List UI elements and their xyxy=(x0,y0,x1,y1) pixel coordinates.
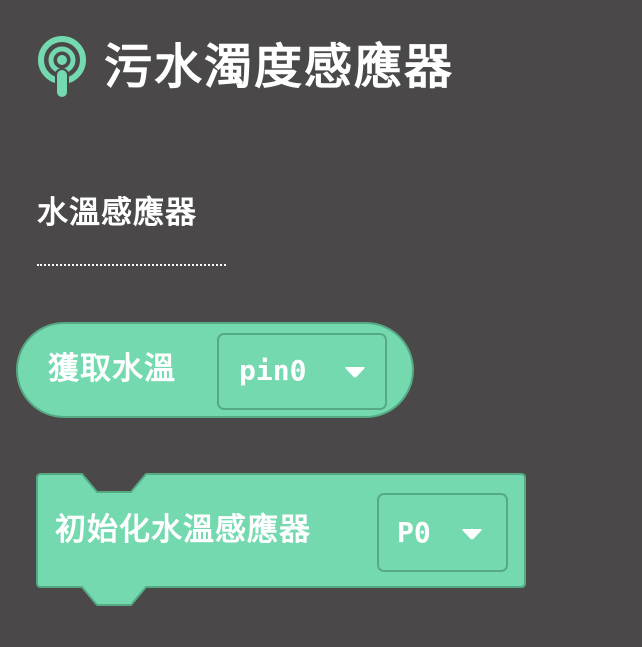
section-divider xyxy=(37,264,226,266)
broadcast-sensor-icon xyxy=(38,36,86,98)
category-title: 污水濁度感應器 xyxy=(104,39,455,95)
get-water-temperature-label: 獲取水溫 xyxy=(48,351,176,387)
pin-dropdown-value: pin0 xyxy=(239,354,307,387)
dropdown-arrow-icon xyxy=(345,367,365,378)
category-header: 污水濁度感應器 xyxy=(34,36,454,98)
init-water-temperature-sensor-label: 初始化水溫感應器 xyxy=(55,512,311,548)
pin-dropdown[interactable]: pin0 xyxy=(217,333,387,410)
get-water-temperature-block[interactable]: 獲取水溫 pin0 xyxy=(16,322,414,418)
port-dropdown-value: P0 xyxy=(397,516,431,549)
dropdown-arrow-icon xyxy=(462,529,482,540)
section-label: 水溫感應器 xyxy=(37,195,197,231)
port-dropdown[interactable]: P0 xyxy=(377,493,508,572)
init-water-temperature-sensor-block[interactable]: 初始化水溫感應器 P0 xyxy=(35,472,527,610)
